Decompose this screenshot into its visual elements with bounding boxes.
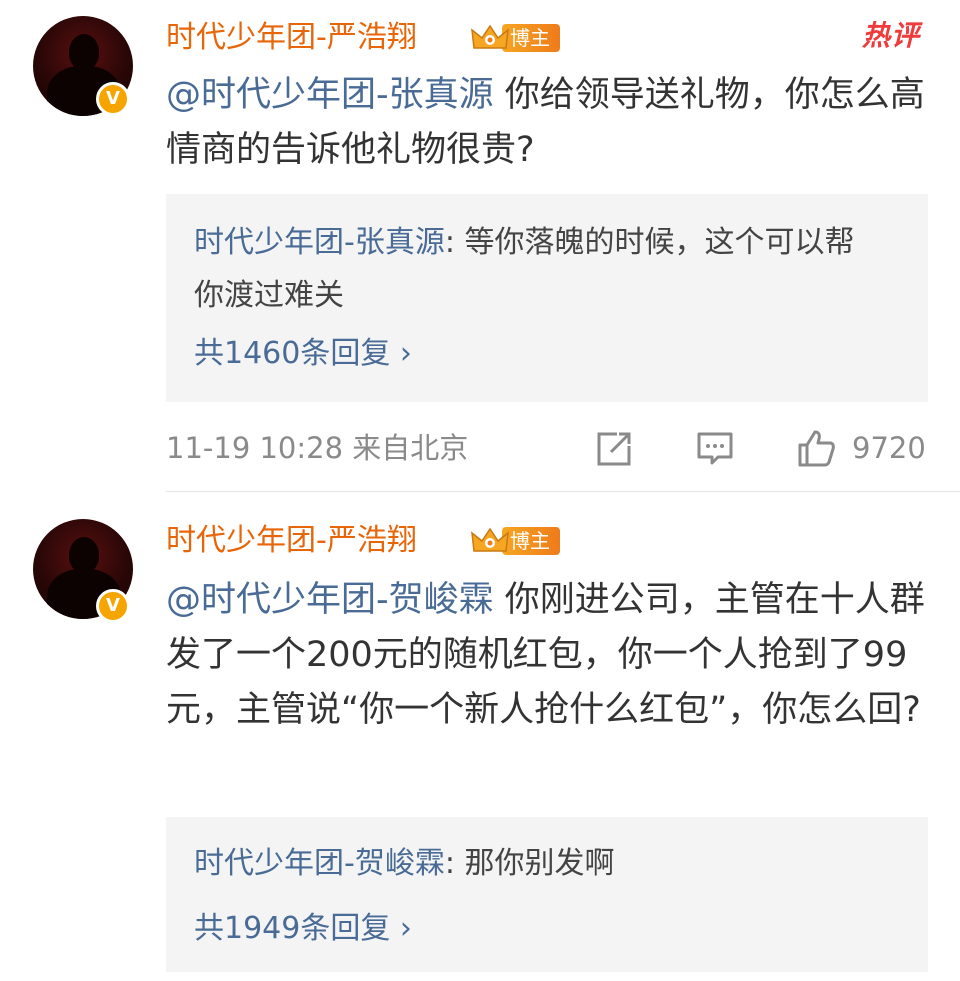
crown-icon: [471, 527, 509, 552]
comment-text: @时代少年团-张真源 你给领导送礼物，你怎么高情商的告诉他礼物很贵?: [166, 75, 925, 170]
view-replies-link[interactable]: 共1949条回复 ›: [194, 909, 412, 949]
comment-meta: 11-19 10:28 来自北京: [166, 431, 469, 465]
share-icon[interactable]: [595, 430, 633, 468]
reply-text: 时代少年团-贺峻霖: 那你别发啊: [194, 846, 615, 881]
blogger-badge: 博主: [470, 523, 568, 559]
verified-v-icon: V: [96, 82, 130, 116]
comment-item: V 时代少年团-严浩翔 博主 @时代少年团-贺峻霖 你刚进公司，主管在十人群发了…: [0, 493, 960, 981]
mention-link[interactable]: @时代少年团-张真源: [166, 75, 494, 115]
username[interactable]: 时代少年团-严浩翔: [166, 521, 417, 561]
mention-link[interactable]: @时代少年团-贺峻霖: [166, 580, 494, 620]
crown-icon: [471, 24, 509, 49]
reply-username[interactable]: 时代少年团-张真源: [194, 225, 445, 260]
reply-preview[interactable]: 时代少年团-张真源: 等你落魄的时候，这个可以帮你渡过难关 共1460条回复 ›: [166, 194, 928, 402]
comment-icon[interactable]: [696, 430, 734, 468]
hot-comment-tag: 热评: [861, 19, 920, 52]
reply-text: 时代少年团-张真源: 等你落魄的时候，这个可以帮你渡过难关: [194, 225, 855, 313]
reply-preview[interactable]: 时代少年团-贺峻霖: 那你别发啊 共1949条回复 ›: [166, 817, 928, 972]
verified-v-icon: V: [96, 589, 130, 623]
reply-username[interactable]: 时代少年团-贺峻霖: [194, 846, 445, 881]
comment-item: V 时代少年团-严浩翔 博主 热评 @时代少年团-张真源 你给领导送礼物，你怎么…: [0, 0, 960, 492]
username[interactable]: 时代少年团-严浩翔: [166, 18, 417, 58]
view-replies-link[interactable]: 共1460条回复 ›: [194, 334, 412, 374]
blogger-badge: 博主: [470, 20, 568, 56]
like-icon[interactable]: [796, 428, 836, 468]
comment-text: @时代少年团-贺峻霖 你刚进公司，主管在十人群发了一个200元的随机红包，你一个…: [166, 580, 925, 730]
divider: [166, 491, 960, 492]
like-count: 9720: [852, 431, 926, 465]
